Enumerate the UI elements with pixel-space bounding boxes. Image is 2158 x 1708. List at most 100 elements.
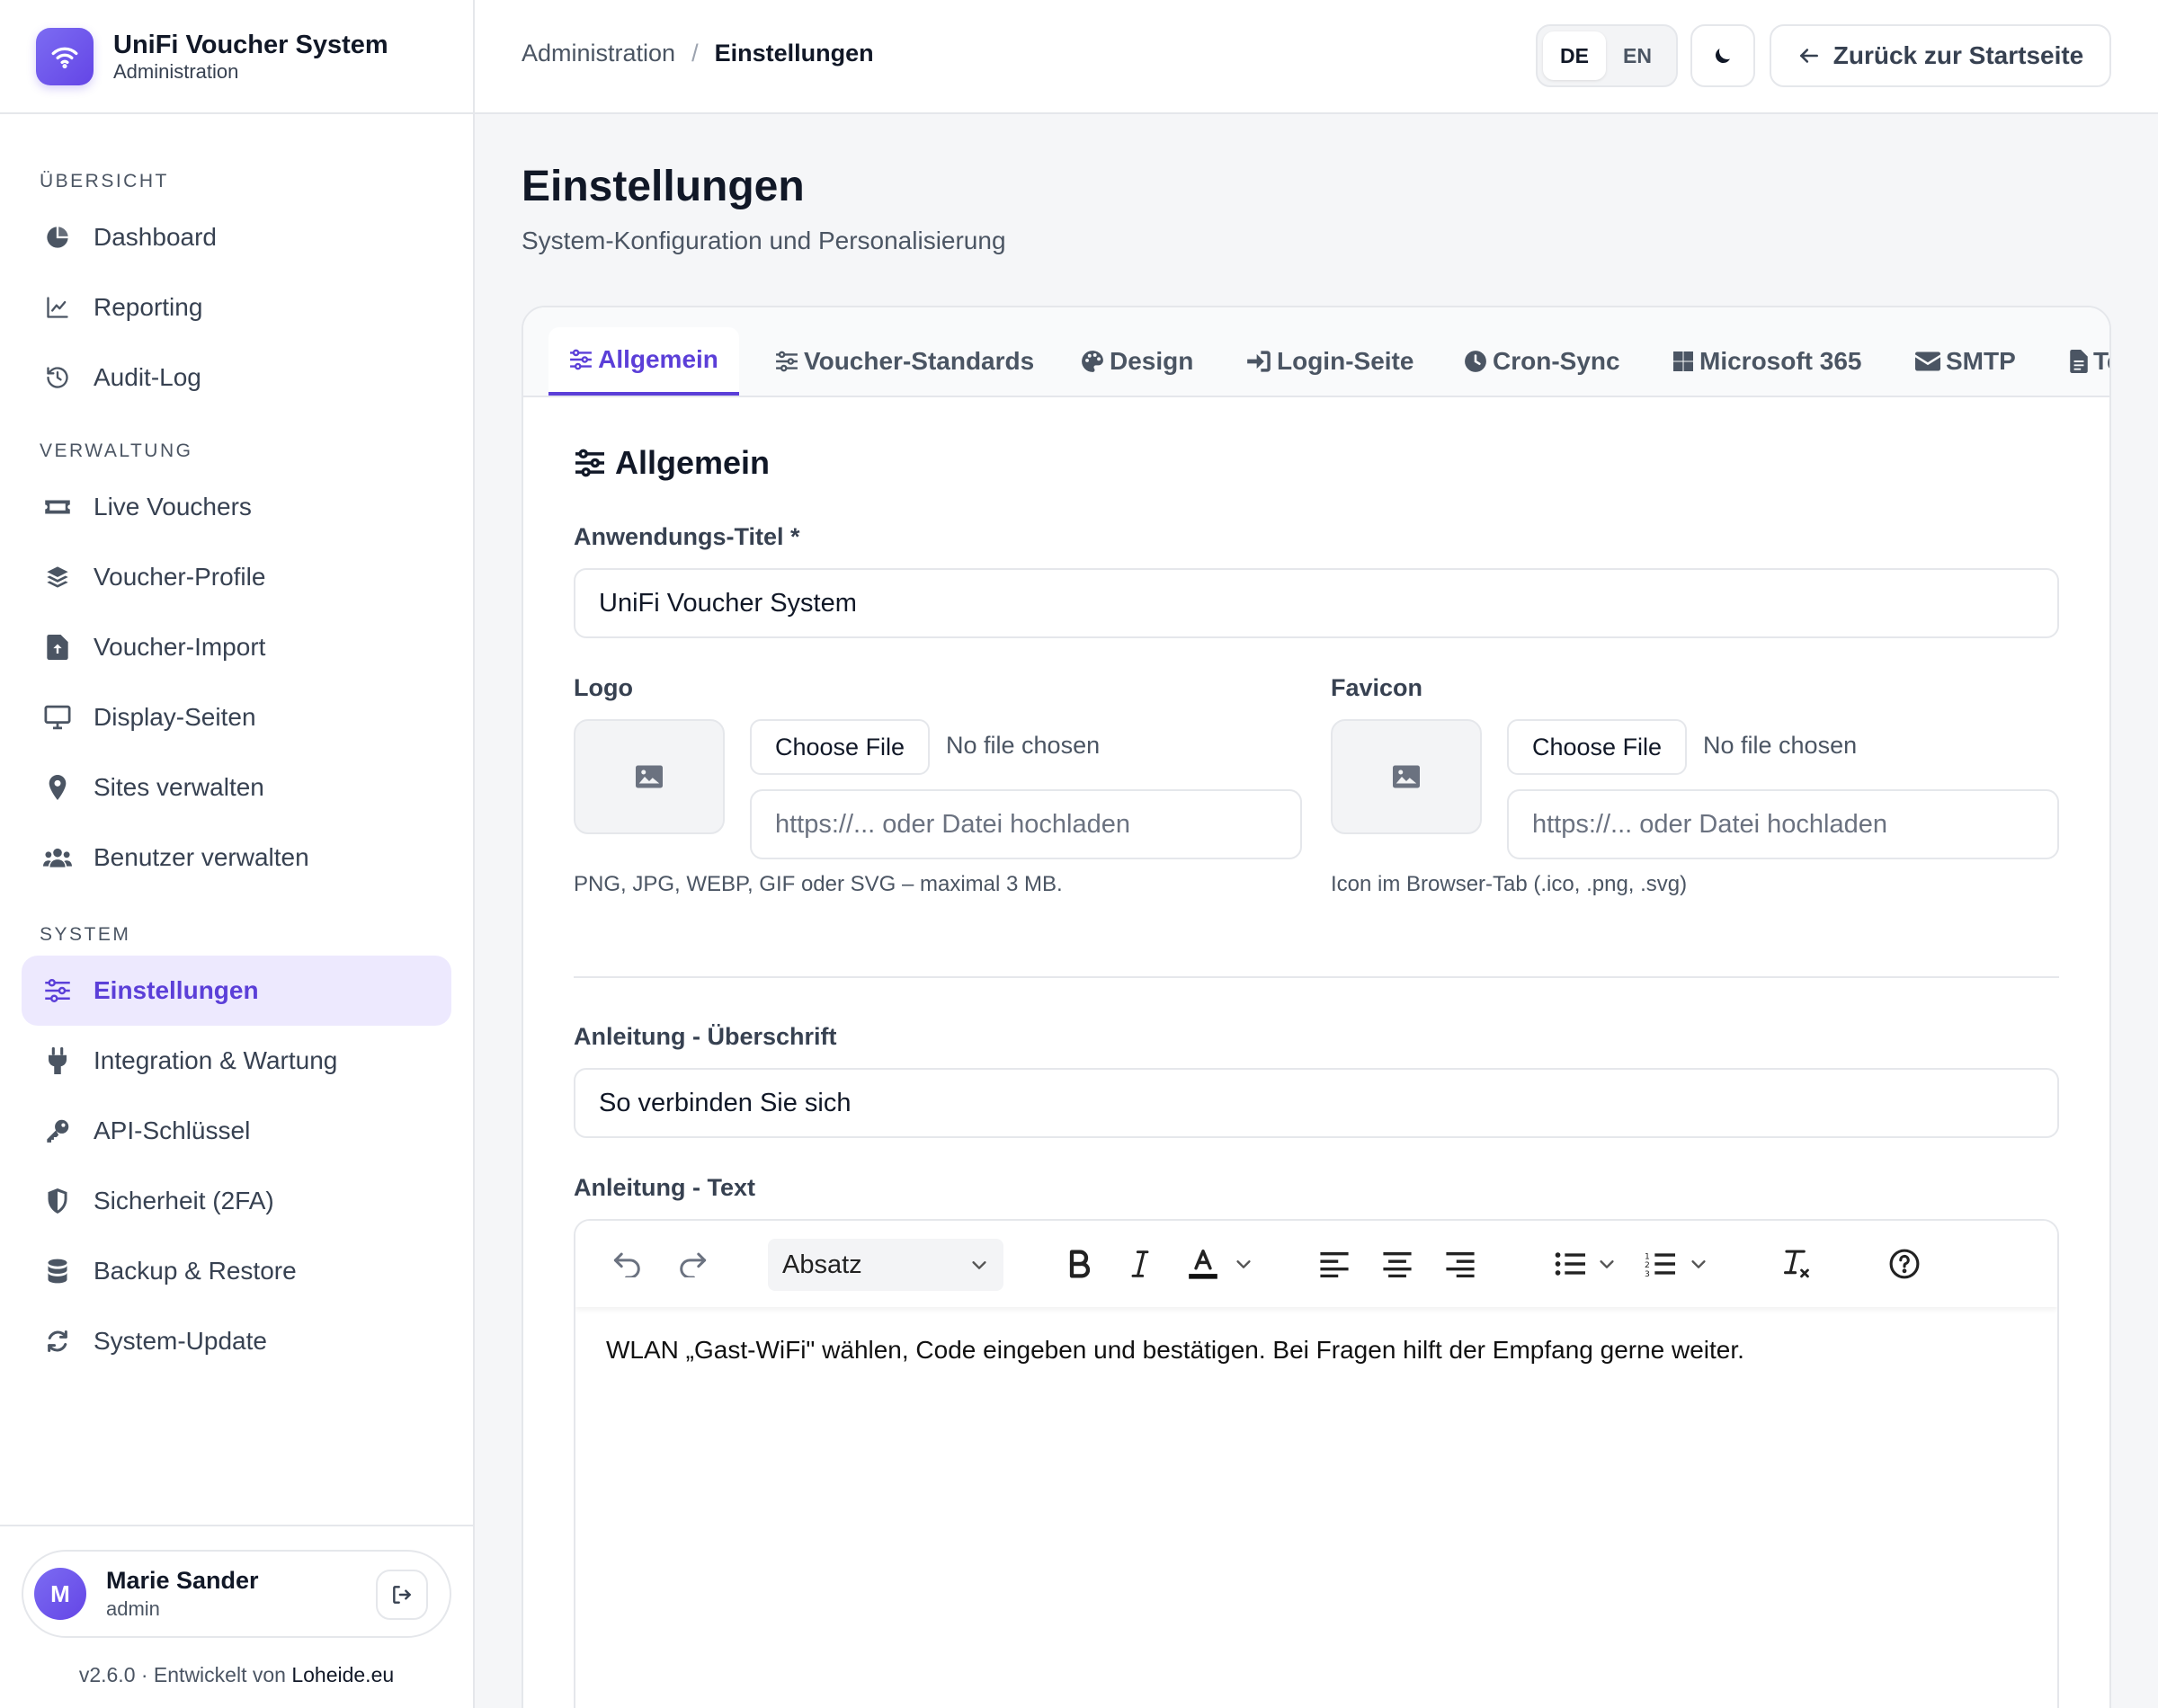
italic-button[interactable] xyxy=(1124,1242,1156,1285)
sidebar-item-label: Sites verwalten xyxy=(94,773,264,801)
sidebar-item-label: Voucher-Profile xyxy=(94,563,266,591)
sidebar-item-users[interactable]: Benutzer verwalten xyxy=(22,823,451,893)
favicon-file-status: No file chosen xyxy=(1703,732,1858,759)
rich-text-editor: Absatz 1 2 3 WLAN „Gast-WiFi" wählen, Co… xyxy=(574,1219,2059,1708)
wifi-icon xyxy=(36,27,94,85)
clear-formatting-button[interactable] xyxy=(1779,1242,1815,1285)
redo-icon xyxy=(677,1250,708,1277)
logout-button[interactable] xyxy=(376,1570,428,1620)
sidebar-item-display-seiten[interactable]: Display-Seiten xyxy=(22,682,451,752)
numbered-list-dropdown[interactable] xyxy=(1687,1242,1710,1285)
sidebar-item-security[interactable]: Sicherheit (2FA) xyxy=(22,1166,451,1236)
bold-button[interactable] xyxy=(1061,1242,1097,1285)
tab-allgemein[interactable]: Allgemein xyxy=(548,327,739,396)
numbered-list-button[interactable]: 123 xyxy=(1642,1242,1678,1285)
bullet-list-icon xyxy=(1555,1250,1585,1277)
sidebar-item-voucher-profile[interactable]: Voucher-Profile xyxy=(22,542,451,612)
user-name: Marie Sander xyxy=(106,1567,259,1594)
breadcrumb-current: Einstellungen xyxy=(714,40,874,67)
tab-voucher-standards[interactable]: Voucher-Standards xyxy=(775,327,1034,396)
svg-text:3: 3 xyxy=(1645,1269,1650,1277)
breadcrumb-separator: / xyxy=(691,40,699,67)
shield-icon xyxy=(43,1187,72,1215)
app-title-input[interactable]: UniFi Voucher System xyxy=(574,568,2059,638)
topbar: Administration / Einstellungen DE EN Zur… xyxy=(475,0,2158,114)
app-subtitle: Administration xyxy=(113,59,239,83)
tab-cron-sync[interactable]: Cron-Sync xyxy=(1464,327,1620,396)
align-center-button[interactable] xyxy=(1379,1242,1415,1285)
sidebar-item-api-keys[interactable]: API-Schlüssel xyxy=(22,1096,451,1166)
undo-icon xyxy=(612,1250,643,1277)
windows-icon xyxy=(1672,351,1694,372)
tab-login-seite[interactable]: Login-Seite xyxy=(1246,327,1413,396)
sidebar-nav: ÜBERSICHT Dashboard Reporting Audit-Log … xyxy=(0,114,473,1376)
tab-label: Voucher-Standards xyxy=(804,347,1035,375)
sidebar-item-system-update[interactable]: System-Update xyxy=(22,1306,451,1376)
sidebar-item-label: Dashboard xyxy=(94,223,217,251)
tab-microsoft-365[interactable]: Microsoft 365 xyxy=(1672,327,1862,396)
back-to-home-button[interactable]: Zurück zur Startseite xyxy=(1770,24,2111,87)
brand[interactable]: UniFi Voucher System Administration xyxy=(0,0,473,114)
logo-hint: PNG, JPG, WEBP, GIF oder SVG – maximal 3… xyxy=(574,872,1063,896)
sidebar-item-einstellungen[interactable]: Einstellungen xyxy=(22,956,451,1026)
sidebar-item-integration[interactable]: Integration & Wartung xyxy=(22,1026,451,1096)
layers-icon xyxy=(43,563,72,592)
sidebar-item-live-vouchers[interactable]: Live Vouchers xyxy=(22,472,451,542)
sidebar-item-backup[interactable]: Backup & Restore xyxy=(22,1236,451,1306)
sidebar-item-audit-log[interactable]: Audit-Log xyxy=(22,342,451,413)
image-icon xyxy=(636,765,663,788)
sidebar-item-label: Reporting xyxy=(94,293,203,321)
lang-de-button[interactable]: DE xyxy=(1543,31,1606,80)
logo-choose-file-button[interactable]: Choose File xyxy=(750,719,931,775)
sidebar: UniFi Voucher System Administration ÜBER… xyxy=(0,0,475,1708)
sidebar-item-reporting[interactable]: Reporting xyxy=(22,272,451,342)
help-button[interactable] xyxy=(1886,1242,1922,1285)
breadcrumb-root[interactable]: Administration xyxy=(522,40,675,67)
tab-label: SMTP xyxy=(1946,347,2016,375)
app-title-label: Anwendungs-Titel * xyxy=(574,523,800,550)
logout-icon xyxy=(390,1583,414,1606)
numbered-list-icon: 123 xyxy=(1645,1250,1675,1277)
theme-toggle-button[interactable] xyxy=(1690,24,1755,87)
sidebar-item-dashboard[interactable]: Dashboard xyxy=(22,202,451,272)
settings-card: Allgemein Voucher-Standards Design Login… xyxy=(522,306,2111,1708)
undo-button[interactable] xyxy=(608,1242,647,1285)
align-left-button[interactable] xyxy=(1316,1242,1352,1285)
favicon-choose-file-button[interactable]: Choose File xyxy=(1507,719,1688,775)
sliders-icon xyxy=(574,449,606,477)
sidebar-item-label: Sicherheit (2FA) xyxy=(94,1187,274,1214)
block-format-value: Absatz xyxy=(782,1250,862,1279)
lang-en-button[interactable]: EN xyxy=(1606,31,1669,80)
tab-texte[interactable]: Te xyxy=(2070,327,2109,396)
favicon-url-input[interactable]: https://... oder Datei hochladen xyxy=(1507,789,2059,859)
tab-design[interactable]: Design xyxy=(1081,327,1193,396)
tab-label: Cron-Sync xyxy=(1493,347,1620,375)
sidebar-item-voucher-import[interactable]: Voucher-Import xyxy=(22,612,451,682)
section-heading: Allgemein xyxy=(574,444,770,482)
block-format-select[interactable]: Absatz xyxy=(768,1239,1003,1291)
sliders-icon xyxy=(569,349,593,370)
sidebar-item-label: Integration & Wartung xyxy=(94,1046,338,1074)
bullet-list-dropdown[interactable] xyxy=(1595,1242,1618,1285)
developer-link[interactable]: Loheide.eu xyxy=(291,1663,394,1686)
clock-icon xyxy=(1464,350,1487,373)
database-icon xyxy=(43,1257,72,1285)
redo-button[interactable] xyxy=(673,1242,712,1285)
text-color-button[interactable] xyxy=(1183,1242,1223,1285)
file-icon xyxy=(2070,350,2088,373)
text-color-dropdown[interactable] xyxy=(1232,1242,1255,1285)
instructions-heading-input[interactable]: So verbinden Sie sich xyxy=(574,1068,2059,1138)
sidebar-item-label: Live Vouchers xyxy=(94,493,252,520)
editor-toolbar: Absatz 1 2 3 xyxy=(575,1221,2057,1307)
editor-content[interactable]: WLAN „Gast-WiFi" wählen, Code eingeben u… xyxy=(606,1336,1744,1365)
chevron-down-icon xyxy=(1689,1254,1708,1274)
logo-url-input[interactable]: https://... oder Datei hochladen xyxy=(750,789,1302,859)
instructions-heading-label: Anleitung - Überschrift xyxy=(574,1023,837,1050)
logo-preview xyxy=(574,719,725,834)
tab-smtp[interactable]: SMTP xyxy=(1915,327,2016,396)
bullet-list-button[interactable] xyxy=(1552,1242,1588,1285)
sidebar-item-sites[interactable]: Sites verwalten xyxy=(22,752,451,823)
divider xyxy=(574,976,2059,978)
align-right-button[interactable] xyxy=(1442,1242,1478,1285)
users-icon xyxy=(43,843,72,872)
